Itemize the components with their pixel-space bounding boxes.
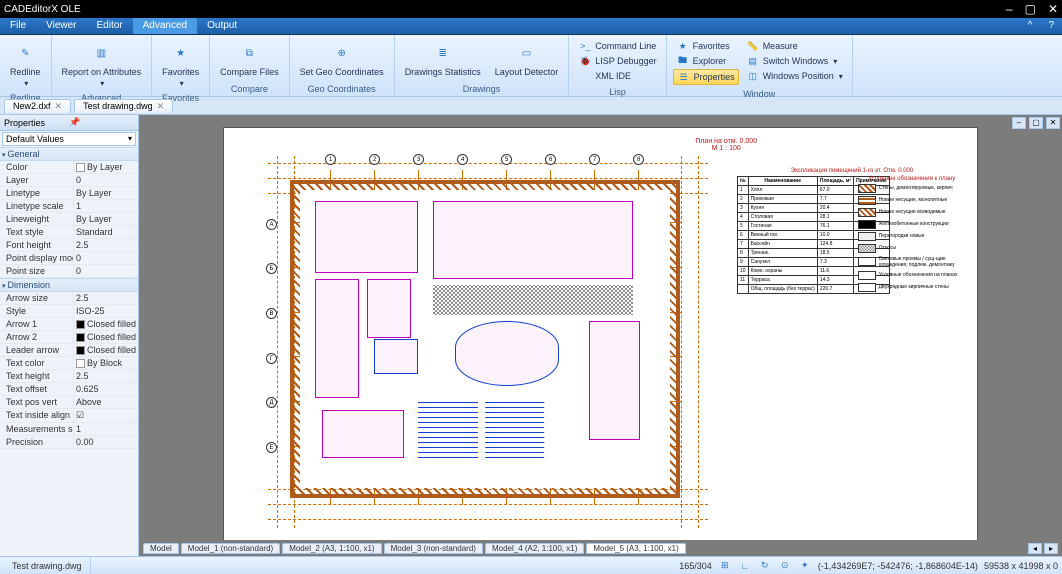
canvas-restore-button[interactable]: ▢ [1029,117,1043,129]
compare-files-button[interactable]: ⧉Compare Files [216,38,283,79]
xml-ide-button[interactable]: XML IDE [575,69,659,83]
command-line-button[interactable]: >_Command Line [575,39,659,53]
report-on-attributes-button[interactable]: ▥Report on Attributes [58,38,146,90]
tabs-next-button[interactable]: ▸ [1044,543,1058,554]
properties-panel: Properties 📌 Default Values GeneralColor… [0,115,139,556]
switch-windows-button[interactable]: ▤Switch Windows [743,54,846,68]
property-row[interactable]: Arrow size2.5 [0,292,138,305]
minimize-button[interactable]: – [1006,2,1013,16]
status-size: 59538 x 41998 x 0 [984,561,1058,571]
property-row[interactable]: ColorBy Layer [0,161,138,174]
layout-tab-model[interactable]: Model [143,543,179,554]
status-filename: Test drawing.dwg [4,557,91,574]
ribbon-minimize-icon[interactable]: ^ [1020,18,1041,34]
properties-button[interactable]: ☰Properties [673,69,739,85]
help-icon[interactable]: ? [1040,18,1062,34]
properties-section-general[interactable]: General [0,147,138,161]
pin-icon[interactable]: 📌 [69,117,134,128]
property-row[interactable]: Text inside align [0,409,138,423]
favorites-icon: ★ [167,40,195,66]
snap-object-icon[interactable]: ⊙ [778,559,792,573]
lisp-debugger-button[interactable]: 🐞LISP Debugger [575,54,659,68]
property-row[interactable]: Arrow 1Closed filled [0,318,138,331]
windows-position-button[interactable]: ◫Windows Position [743,69,846,83]
property-row[interactable]: StyleISO-25 [0,305,138,318]
canvas-close-button[interactable]: ✕ [1046,117,1060,129]
title-bar: CADEditorX OLE – ▢ ✕ [0,0,1062,18]
canvas-minimize-button[interactable]: – [1012,117,1026,129]
menubar: File Viewer Editor Advanced Output ^ ? [0,18,1062,35]
snap-ortho-icon[interactable]: ∟ [738,559,752,573]
drawings-statistics-button[interactable]: ≣Drawings Statistics [401,38,485,79]
window-controls: – ▢ ✕ [1006,2,1058,16]
property-row[interactable]: Text offset0.625 [0,383,138,396]
property-row[interactable]: Point display mode0 [0,252,138,265]
layout-tab-model_3-non-standard-[interactable]: Model_3 (non-standard) [384,543,483,554]
close-icon[interactable]: ✕ [157,101,165,112]
report-on-attributes-icon: ▥ [87,40,115,66]
drawings-statistics-icon: ≣ [429,40,457,66]
favorites-button[interactable]: ★Favorites [673,39,739,53]
status-coords: (-1,434269E7; -542476; -1,868604E-14) [818,561,978,571]
ribbon: ✎RedlineRedline▥Report on AttributesAdva… [0,35,1062,97]
status-bar: Test drawing.dwg 165/304 ⊞ ∟ ↻ ⊙ ✦ (-1,4… [0,556,1062,574]
legend: Экспликация помещений 1-го эт. Отм. 0.00… [737,168,967,295]
layout-tab-model_1-non-standard-[interactable]: Model_1 (non-standard) [181,543,280,554]
menu-editor[interactable]: Editor [87,18,133,34]
doctab-test-drawing-dwg[interactable]: Test drawing.dwg✕ [74,99,173,113]
maximize-button[interactable]: ▢ [1025,2,1036,16]
tabs-prev-button[interactable]: ◂ [1028,543,1042,554]
property-row[interactable]: LineweightBy Layer [0,213,138,226]
snap-polar-icon[interactable]: ↻ [758,559,772,573]
set-geo-coordinates-icon: ⊕ [328,40,356,66]
menu-file[interactable]: File [0,18,36,34]
workspace: Properties 📌 Default Values GeneralColor… [0,115,1062,556]
properties-section-dimension[interactable]: Dimension [0,278,138,292]
layout-tab-model_2-a3-1-100-x1-[interactable]: Model_2 (A3, 1:100, x1) [282,543,381,554]
measure-button[interactable]: 📏Measure [743,39,846,53]
explorer-button[interactable]: 🖿Explorer [673,54,739,68]
compare-files-icon: ⧉ [235,40,263,66]
layout-tab-model_4-a2-1-100-x1-[interactable]: Model_4 (A2, 1:100, x1) [485,543,584,554]
sheet-title: План на отм. 0.000 М 1 : 100 [695,138,757,152]
property-row[interactable]: Point size0 [0,265,138,278]
property-row[interactable]: Measurements scale1 [0,423,138,436]
layout-tab-model_5-a3-1-100-x1-[interactable]: Model_5 (A3, 1:100, x1) [586,543,685,554]
close-button[interactable]: ✕ [1048,2,1058,16]
property-row[interactable]: Text height2.5 [0,370,138,383]
snap-grid-icon[interactable]: ⊞ [718,559,732,573]
default-values-dropdown[interactable]: Default Values [2,132,136,146]
property-row[interactable]: Leader arrowClosed filled [0,344,138,357]
properties-header: Properties 📌 [0,115,138,131]
property-row[interactable]: Arrow 2Closed filled [0,331,138,344]
property-row[interactable]: Font height2.5 [0,239,138,252]
drawing-sheet: 12 34 56 78 AБ ВГ ДЕ [223,127,978,545]
menu-viewer[interactable]: Viewer [36,18,86,34]
property-row[interactable]: Text styleStandard [0,226,138,239]
app-title: CADEditorX OLE [4,4,1006,15]
close-icon[interactable]: ✕ [55,101,63,112]
property-row[interactable]: Linetype scale1 [0,200,138,213]
redline-button[interactable]: ✎Redline [6,38,45,90]
drawing-canvas[interactable]: – ▢ ✕ 12 34 56 78 [139,115,1062,556]
snap-endpoint-icon[interactable]: ✦ [798,559,812,573]
model-space-tabs: ModelModel_1 (non-standard)Model_2 (A3, … [139,540,1062,556]
menu-advanced[interactable]: Advanced [133,18,197,34]
layout-detector-icon: ▭ [512,40,540,66]
favorites-button[interactable]: ★Favorites [158,38,203,90]
doctab-new2-dxf[interactable]: New2.dxf✕ [4,99,71,113]
property-row[interactable]: Layer0 [0,174,138,187]
property-row[interactable]: Precision0.00 [0,436,138,449]
menu-output[interactable]: Output [197,18,247,34]
layout-detector-button[interactable]: ▭Layout Detector [491,38,563,79]
redline-icon: ✎ [11,40,39,66]
set-geo-coordinates-button[interactable]: ⊕Set Geo Coordinates [296,38,388,79]
property-row[interactable]: LinetypeBy Layer [0,187,138,200]
document-tabs: New2.dxf✕Test drawing.dwg✕ [0,97,1062,115]
property-row[interactable]: Text pos vertAbove [0,396,138,409]
status-progress: 165/304 [679,561,712,571]
property-row[interactable]: Text colorBy Block [0,357,138,370]
